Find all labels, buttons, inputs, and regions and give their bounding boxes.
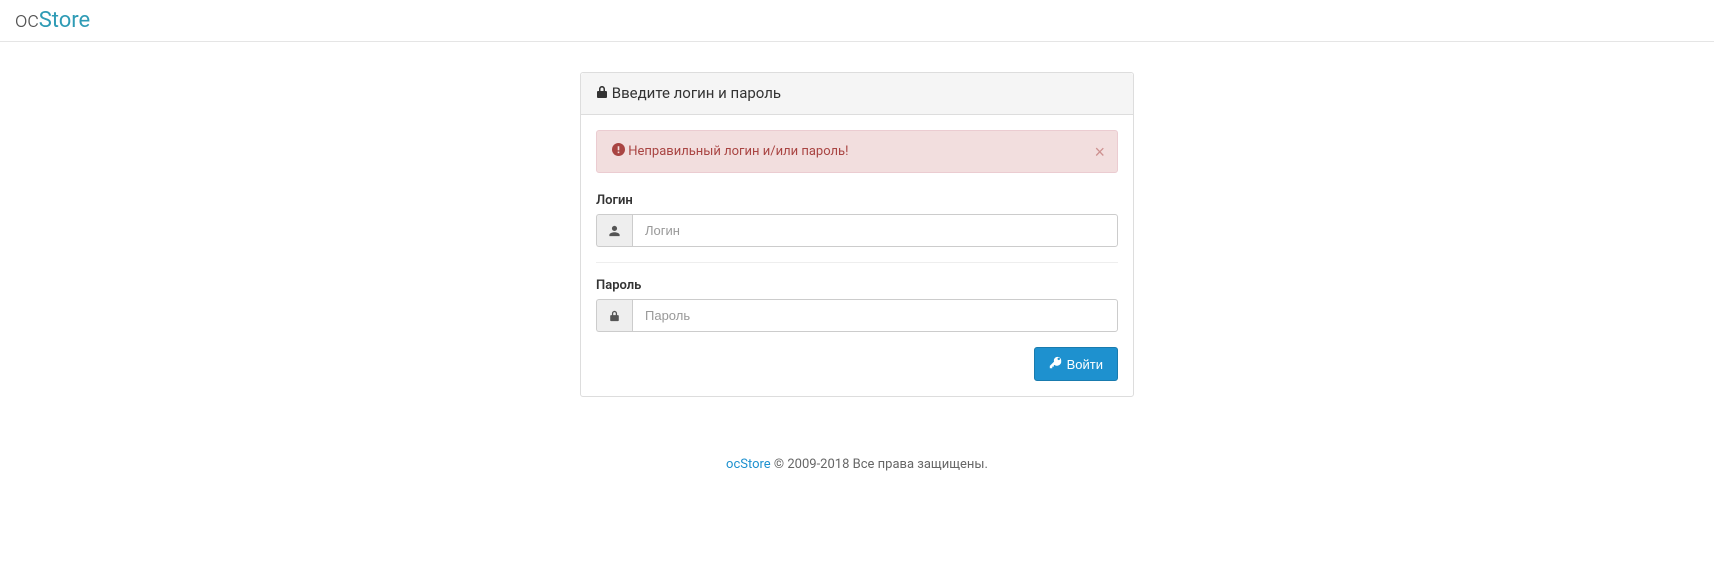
alert-close-button[interactable]: ×	[1094, 143, 1105, 161]
error-alert: Неправильный логин и/или пароль! ×	[596, 130, 1118, 173]
user-icon	[596, 214, 632, 247]
logo[interactable]: ocStore	[15, 8, 1699, 33]
password-label: Пароль	[596, 278, 1118, 293]
username-input-group	[596, 214, 1118, 247]
password-input-group	[596, 299, 1118, 332]
lock-icon	[596, 85, 608, 103]
submit-row: Войти	[596, 347, 1118, 381]
footer-copyright: © 2009-2018 Все права защищены.	[771, 457, 988, 472]
login-container: Введите логин и пароль Неправильный логи…	[580, 72, 1134, 397]
footer-link[interactable]: ocStore	[726, 457, 771, 472]
username-label: Логин	[596, 193, 1118, 208]
login-button[interactable]: Войти	[1034, 347, 1118, 381]
key-icon	[1049, 356, 1062, 372]
panel-heading: Введите логин и пароль	[581, 73, 1133, 115]
login-button-label: Войти	[1067, 357, 1103, 372]
password-section: Пароль	[596, 262, 1118, 381]
username-group: Логин	[596, 193, 1118, 247]
logo-prefix: oc	[15, 8, 39, 33]
header: ocStore	[0, 0, 1714, 42]
lock-addon-icon	[596, 299, 632, 332]
username-input[interactable]	[632, 214, 1118, 247]
password-input[interactable]	[632, 299, 1118, 332]
password-group: Пароль	[596, 278, 1118, 332]
alert-message: Неправильный логин и/или пароль!	[628, 144, 848, 159]
logo-suffix: Store	[39, 8, 91, 33]
panel-body: Неправильный логин и/или пароль! × Логин…	[581, 115, 1133, 396]
footer: ocStore © 2009-2018 Все права защищены.	[0, 457, 1714, 472]
login-panel: Введите логин и пароль Неправильный логи…	[580, 72, 1134, 397]
panel-title: Введите логин и пароль	[612, 84, 781, 102]
exclamation-icon	[612, 143, 625, 160]
